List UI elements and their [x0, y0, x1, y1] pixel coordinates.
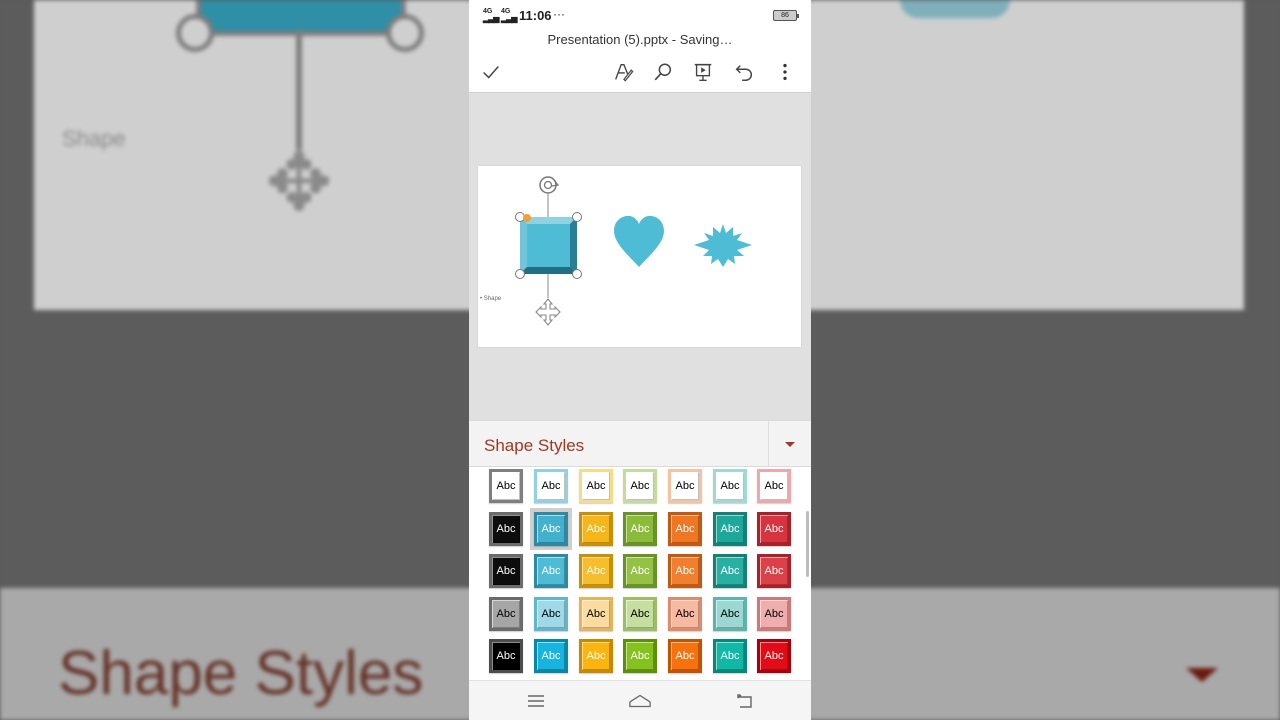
shape-style-tile[interactable]: Abc — [668, 469, 702, 503]
shape-style-tile[interactable]: Abc — [668, 512, 702, 546]
shape-style-tile[interactable]: Abc — [713, 597, 747, 631]
rotate-handle-icon[interactable] — [539, 176, 560, 194]
signal-2: 4G ▂▃▅ — [501, 8, 518, 23]
shape-style-tile[interactable]: Abc — [668, 597, 702, 631]
slide-label-text: Shape — [483, 296, 502, 302]
signal-1: 4G ▂▃▅ — [483, 8, 500, 23]
shape-style-tile[interactable]: Abc — [579, 597, 613, 631]
slide[interactable]: • Shape — [478, 166, 801, 347]
home-icon[interactable] — [629, 691, 651, 711]
header-divider — [768, 421, 769, 467]
shape-style-tile[interactable]: Abc — [668, 554, 702, 588]
undo-icon[interactable] — [732, 60, 756, 84]
shape-style-tile[interactable]: Abc — [534, 469, 568, 503]
shape-style-tile[interactable]: Abc — [489, 597, 523, 631]
bevel-square-shape[interactable] — [520, 217, 577, 274]
slide-canvas[interactable]: • Shape — [469, 92, 811, 420]
move-handle-icon[interactable] — [535, 298, 561, 326]
signal-bars-icon: ▂▃▅ — [483, 14, 500, 23]
heart-shape[interactable] — [614, 215, 664, 267]
present-icon[interactable] — [691, 60, 715, 84]
bg-shape-label: Shape — [62, 126, 126, 151]
shape-style-tile[interactable]: Abc — [623, 639, 657, 673]
shape-style-tile[interactable]: Abc — [489, 639, 523, 673]
shape-style-tile[interactable]: Abc — [623, 469, 657, 503]
shape-style-tile[interactable]: Abc — [757, 597, 791, 631]
shape-style-tile[interactable]: Abc — [579, 639, 613, 673]
signal-bars-icon: ▂▃▅ — [501, 14, 518, 23]
shape-style-tile[interactable]: Abc — [579, 469, 613, 503]
shape-style-tile[interactable]: Abc — [668, 639, 702, 673]
shape-style-tile[interactable]: Abc — [534, 639, 568, 673]
shape-style-tile[interactable]: Abc — [489, 469, 523, 503]
bg-handle-right — [386, 14, 424, 52]
more-icon[interactable] — [773, 60, 797, 84]
shape-styles-header[interactable]: Shape Styles — [469, 420, 811, 467]
phone-screen: 4G ▂▃▅ 4G ▂▃▅ 11:06 ··· 86 Presentation … — [469, 0, 811, 720]
battery-icon: 86 — [773, 10, 799, 21]
status-time: 11:06 — [519, 8, 552, 23]
status-bar: 4G ▂▃▅ 4G ▂▃▅ 11:06 ··· 86 — [469, 0, 811, 28]
bg-title: Shape Styles — [58, 639, 424, 708]
toolbar — [469, 54, 811, 90]
navigation-bar — [469, 680, 811, 720]
shape-style-tile[interactable]: Abc — [757, 554, 791, 588]
shape-style-tile[interactable]: Abc — [489, 554, 523, 588]
shape-style-tile[interactable]: Abc — [713, 639, 747, 673]
status-more-dots: ··· — [553, 7, 565, 21]
slide-shape-label: • Shape — [480, 296, 502, 302]
check-icon[interactable] — [479, 60, 503, 84]
shape-styles-gallery: Abc Abc Abc Abc Abc Abc Abc Abc Abc Abc Abc Abc Abc A… — [469, 467, 811, 680]
shape-style-tile[interactable]: Abc — [623, 597, 657, 631]
shape-style-tile[interactable]: Abc — [757, 512, 791, 546]
shape-style-tile[interactable]: Abc — [579, 554, 613, 588]
search-icon[interactable] — [651, 60, 675, 84]
gallery-scrollbar[interactable] — [806, 511, 809, 577]
shape-style-tile[interactable]: Abc — [757, 639, 791, 673]
shape-style-tile[interactable]: Abc — [713, 512, 747, 546]
shape-style-tile[interactable]: Abc — [579, 512, 613, 546]
bg-move-icon: ✥ — [265, 138, 333, 227]
bg-caret-icon — [1186, 668, 1218, 682]
shape-style-tile[interactable]: Abc — [489, 512, 523, 546]
shape-style-tile[interactable]: Abc — [534, 597, 568, 631]
pen-icon[interactable] — [611, 60, 635, 84]
shape-style-tile[interactable]: Abc — [757, 469, 791, 503]
bg-handle-line — [296, 30, 302, 150]
menu-icon[interactable] — [525, 691, 547, 711]
shape-styles-title: Shape Styles — [484, 436, 585, 455]
document-title: Presentation (5).pptx - Saving… — [547, 32, 733, 47]
bg-heart — [900, 0, 1010, 18]
shape-style-tile[interactable]: Abc — [623, 512, 657, 546]
shape-style-tile[interactable]: Abc — [534, 554, 568, 588]
shape-style-tile[interactable]: Abc — [534, 512, 568, 546]
shape-style-tile[interactable]: Abc — [623, 554, 657, 588]
shape-style-tile[interactable]: Abc — [713, 469, 747, 503]
starburst-shape[interactable] — [694, 224, 752, 267]
back-icon[interactable] — [733, 691, 755, 711]
bg-handle-left — [176, 14, 214, 52]
shape-style-tile[interactable]: Abc — [713, 554, 747, 588]
chevron-down-icon[interactable] — [785, 442, 795, 447]
